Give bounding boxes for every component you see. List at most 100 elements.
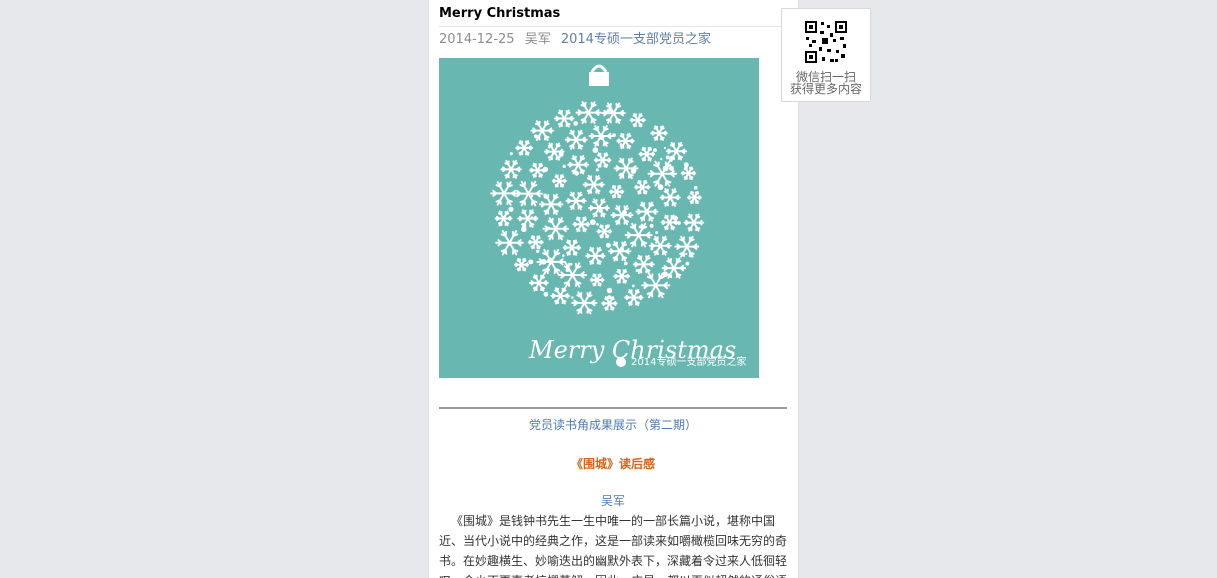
snow-dot [531,216,534,219]
snow-dot [565,267,570,272]
snowflake-icon [641,272,671,299]
snow-dot [540,258,547,265]
snow-dot [619,143,623,146]
snow-dot [589,219,596,226]
snowflake-icon [558,262,588,288]
snow-dot [577,204,582,208]
snowflake-icon [624,288,644,306]
snowflake-icon [517,209,539,228]
snow-dot [662,271,668,277]
snow-dot [583,218,586,222]
snow-dot [587,309,590,312]
cover-watermark: 2014专硕一支部党员之家 [631,355,746,368]
snow-dot [548,146,551,149]
snow-dot [507,242,512,246]
snow-dot [536,249,540,253]
article-page: Merry Christmas 2014-12-25 吴军 2014专硕一支部党… [428,0,799,578]
qr-caption-line2: 获得更多内容 [789,82,862,96]
snowflake-icon [551,174,567,188]
wechat-icon [616,357,626,367]
cover-image: Merry Christmas 2014专硕一支部党员之家 [439,58,759,378]
snowflake-icon [567,155,590,175]
christmas-ornament-illustration: Merry Christmas 2014专硕一支部党员之家 [490,64,746,368]
snow-dot [668,165,675,171]
snowflake-icon [680,166,697,181]
section-divider [439,407,787,409]
snowflake-icon [608,241,632,262]
snowflake-icon [542,217,569,241]
snow-dot [561,254,565,257]
snowflake-icon [490,181,519,206]
snow-dot [607,295,612,300]
snow-dot [574,171,580,176]
snow-dot [598,208,603,213]
account-link[interactable]: 2014专硕一支部党员之家 [561,32,711,47]
snowflake-icon [527,235,544,250]
snow-dot [508,206,514,212]
snow-dot [533,134,538,139]
snowflake-icon [513,180,544,207]
snow-dot [545,268,550,272]
snow-dot [592,147,599,153]
snow-dot [547,257,554,264]
article-meta: 2014-12-25 吴军 2014专硕一支部党员之家 [439,31,717,49]
snow-dot [672,215,678,221]
snow-dot [595,168,599,172]
snowflake-icon [613,157,639,180]
snowflake-icon [550,287,571,305]
snow-dot [621,209,627,215]
snow-dot [650,247,654,251]
qr-code-panel[interactable]: 微信扫一扫 获得更多内容 [781,8,871,102]
snow-dot [558,151,564,157]
publish-date: 2014-12-25 [439,32,515,47]
snow-dot [655,231,659,235]
snow-dot [612,133,616,138]
snowflake-icon [588,198,610,218]
snowflake-icon [572,216,591,233]
byline: 吴军 [600,494,625,508]
snowflake-icon [613,268,631,284]
snow-dot [584,110,588,114]
snow-dot [662,165,669,172]
snowflake-icon [565,191,587,211]
snow-dot [685,261,690,266]
snowflake-icon [538,193,564,216]
snowflake-icon [500,159,522,179]
snowflake-icon [650,125,668,141]
snow-dot [619,172,624,177]
book-title: 《围城》读后感 [570,457,655,471]
snowflake-icon [616,132,635,150]
snow-dot [599,135,605,140]
snow-dot [635,268,639,272]
snow-dot [528,259,534,265]
snow-dot [689,253,694,258]
snow-dot [657,184,664,191]
snowflake-icon [571,291,598,315]
snow-dot [543,193,547,197]
snow-dot [530,194,534,198]
snow-dot [631,284,635,288]
snow-dot [653,148,657,153]
snowflake-icon [562,239,582,256]
snowflake-icon [648,235,672,256]
snow-dot [606,287,613,294]
snow-dot [619,246,625,252]
snow-dot [623,261,628,266]
snow-dot [571,296,574,299]
snowflake-icon [601,102,626,124]
article-body: 《围城》是钱钟书先生一生中唯一的一部长篇小说，堪称中国近、当代小说中的经典之作，… [439,514,788,578]
snowflake-icon [596,224,613,239]
snowflake-icon [593,152,612,168]
snow-dot [669,158,673,162]
snow-dot [607,224,611,227]
snowflake-icon [647,160,678,187]
snowflake-icon [638,146,656,162]
snowflake-icon [575,101,602,125]
snow-dot [606,108,613,115]
snow-dot [630,168,637,174]
snow-dot [683,162,689,168]
article-title: Merry Christmas [439,4,787,27]
snowflake-icon [608,184,625,199]
qr-code-icon [803,19,849,65]
snow-dot [569,262,573,266]
